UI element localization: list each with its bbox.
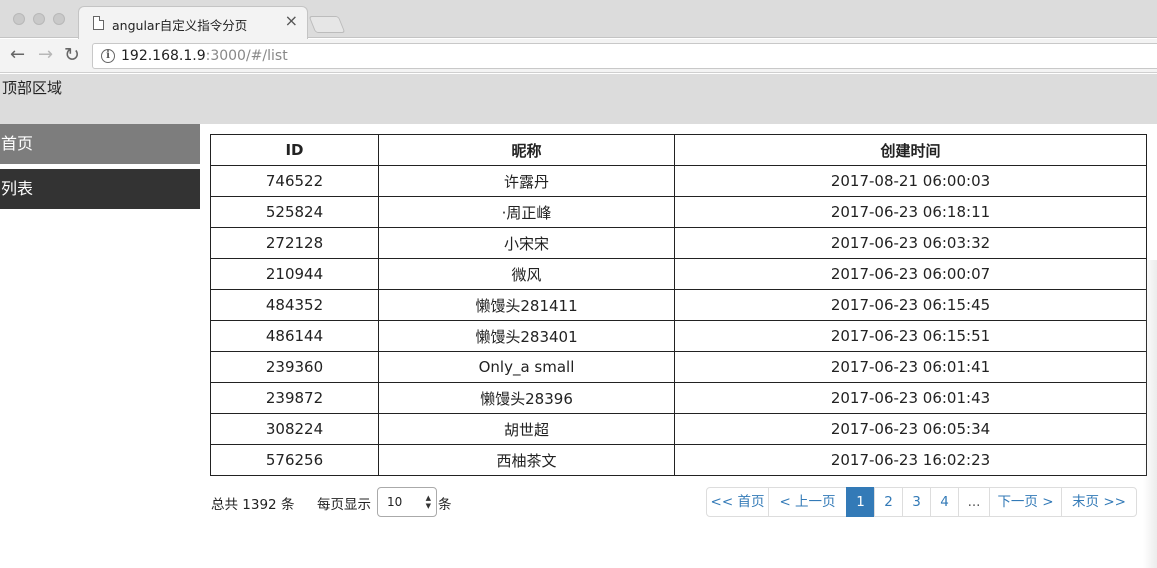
pagination: << 首页 < 上一页 1 2 3 4... 下一页 > 末页 >> — [706, 487, 1137, 517]
pagination-first-page[interactable]: << 首页 — [706, 487, 769, 517]
per-page-select[interactable]: 10 ▲ ▼ — [377, 487, 437, 517]
cell-created-time: 2017-06-23 06:15:45 — [674, 289, 1147, 321]
cell-created-time: 2017-06-23 16:02:23 — [674, 444, 1147, 476]
pagination-page-4[interactable]: 4 — [930, 487, 959, 517]
cell-created-time: 2017-06-23 06:05:34 — [674, 413, 1147, 445]
cell-nickname: Only_a small — [378, 351, 675, 383]
cell-id: 484352 — [210, 289, 379, 321]
cell-id: 239872 — [210, 382, 379, 414]
table-row: 239872 懒馒头28396 2017-06-23 06:01:43 — [210, 382, 1147, 414]
cell-id: 525824 — [210, 196, 379, 228]
per-page-label: 每页显示 — [317, 497, 371, 513]
forward-icon[interactable]: → — [38, 44, 53, 66]
select-arrows-icon: ▲ ▼ — [425, 494, 431, 510]
table-row: 576256 西柚茶文 2017-06-23 16:02:23 — [210, 444, 1147, 476]
cell-nickname: ·周正峰 — [378, 196, 675, 228]
browser-tab[interactable]: angular自定义指令分页 × — [78, 6, 308, 39]
cell-nickname: 懒馒头283401 — [378, 320, 675, 352]
cell-id: 308224 — [210, 413, 379, 445]
cell-nickname: 微风 — [378, 258, 675, 290]
maximize-window-button[interactable] — [53, 13, 65, 25]
pagination-page-2[interactable]: 2 — [874, 487, 903, 517]
pagination-page-1[interactable]: 1 — [846, 487, 875, 517]
cell-id: 239360 — [210, 351, 379, 383]
table-row: 239360 Only_a small 2017-06-23 06:01:41 — [210, 351, 1147, 383]
new-tab-button[interactable] — [308, 16, 346, 33]
cell-created-time: 2017-06-23 06:00:07 — [674, 258, 1147, 290]
cell-id: 210944 — [210, 258, 379, 290]
close-window-button[interactable] — [13, 13, 25, 25]
table-row: 486144 懒馒头283401 2017-06-23 06:15:51 — [210, 320, 1147, 352]
close-tab-icon[interactable]: × — [285, 13, 298, 29]
address-url[interactable]: 192.168.1.9:3000/#/list — [121, 48, 288, 64]
minimize-window-button[interactable] — [33, 13, 45, 25]
pagination-page-3[interactable]: 3 — [902, 487, 931, 517]
pagination-next-page[interactable]: 下一页 > — [989, 487, 1062, 517]
cell-created-time: 2017-06-23 06:03:32 — [674, 227, 1147, 259]
url-host: 192.168.1.9 — [121, 48, 206, 64]
cell-created-time: 2017-06-23 06:18:11 — [674, 196, 1147, 228]
cell-created-time: 2017-06-23 06:15:51 — [674, 320, 1147, 352]
browser-toolbar: ← → ↻ i 192.168.1.9:3000/#/list — [0, 39, 1157, 73]
data-table: ID 昵称 创建时间 746522 许露丹 2017-08-21 06:00:03 5… — [210, 134, 1147, 476]
cell-created-time: 2017-06-23 06:01:43 — [674, 382, 1147, 414]
window-controls — [13, 13, 65, 25]
scroll-shadow — [1143, 260, 1157, 568]
table-row: 525824 ·周正峰 2017-06-23 06:18:11 — [210, 196, 1147, 228]
cell-created-time: 2017-08-21 06:00:03 — [674, 165, 1147, 197]
info-icon[interactable]: i — [101, 49, 115, 63]
table-row: 746522 许露丹 2017-08-21 06:00:03 — [210, 165, 1147, 197]
table-row: 272128 小宋宋 2017-06-23 06:03:32 — [210, 227, 1147, 259]
tab-title: angular自定义指令分页 — [112, 18, 248, 33]
column-header-created-time: 创建时间 — [674, 134, 1147, 166]
sidebar-item-home[interactable]: 首页 — [0, 124, 200, 164]
per-page-value: 10 — [387, 495, 403, 509]
page-icon — [93, 16, 104, 30]
cell-nickname: 懒馒头281411 — [378, 289, 675, 321]
cell-nickname: 许露丹 — [378, 165, 675, 197]
column-header-id: ID — [210, 134, 379, 166]
table-row: 210944 微风 2017-06-23 06:00:07 — [210, 258, 1147, 290]
cell-id: 486144 — [210, 320, 379, 352]
pagination-last-page[interactable]: 末页 >> — [1061, 487, 1137, 517]
cell-nickname: 西柚茶文 — [378, 444, 675, 476]
address-bar[interactable]: i 192.168.1.9:3000/#/list — [92, 43, 1157, 69]
browser-tab-strip: angular自定义指令分页 × — [0, 0, 1157, 39]
cell-created-time: 2017-06-23 06:01:41 — [674, 351, 1147, 383]
table-row: 484352 懒馒头281411 2017-06-23 06:15:45 — [210, 289, 1147, 321]
top-area: 顶部区域 — [0, 74, 1157, 124]
table-header-row: ID 昵称 创建时间 — [210, 134, 1147, 166]
cell-id: 576256 — [210, 444, 379, 476]
pagination-page-ellipsis[interactable]: ... — [958, 487, 990, 517]
url-path: :3000/#/list — [205, 48, 288, 64]
cell-id: 746522 — [210, 165, 379, 197]
per-page-suffix: 条 — [438, 497, 452, 513]
sidebar-item-list[interactable]: 列表 — [0, 169, 200, 209]
top-area-label: 顶部区域 — [2, 79, 63, 97]
cell-nickname: 小宋宋 — [378, 227, 675, 259]
cell-nickname: 胡世超 — [378, 413, 675, 445]
pagination-prev-page[interactable]: < 上一页 — [768, 487, 847, 517]
table-row: 308224 胡世超 2017-06-23 06:05:34 — [210, 413, 1147, 445]
reload-icon[interactable]: ↻ — [64, 44, 80, 66]
total-count: 总共 1392 条 — [211, 497, 295, 513]
cell-nickname: 懒馒头28396 — [378, 382, 675, 414]
column-header-nickname: 昵称 — [378, 134, 675, 166]
cell-id: 272128 — [210, 227, 379, 259]
back-icon[interactable]: ← — [10, 44, 25, 66]
